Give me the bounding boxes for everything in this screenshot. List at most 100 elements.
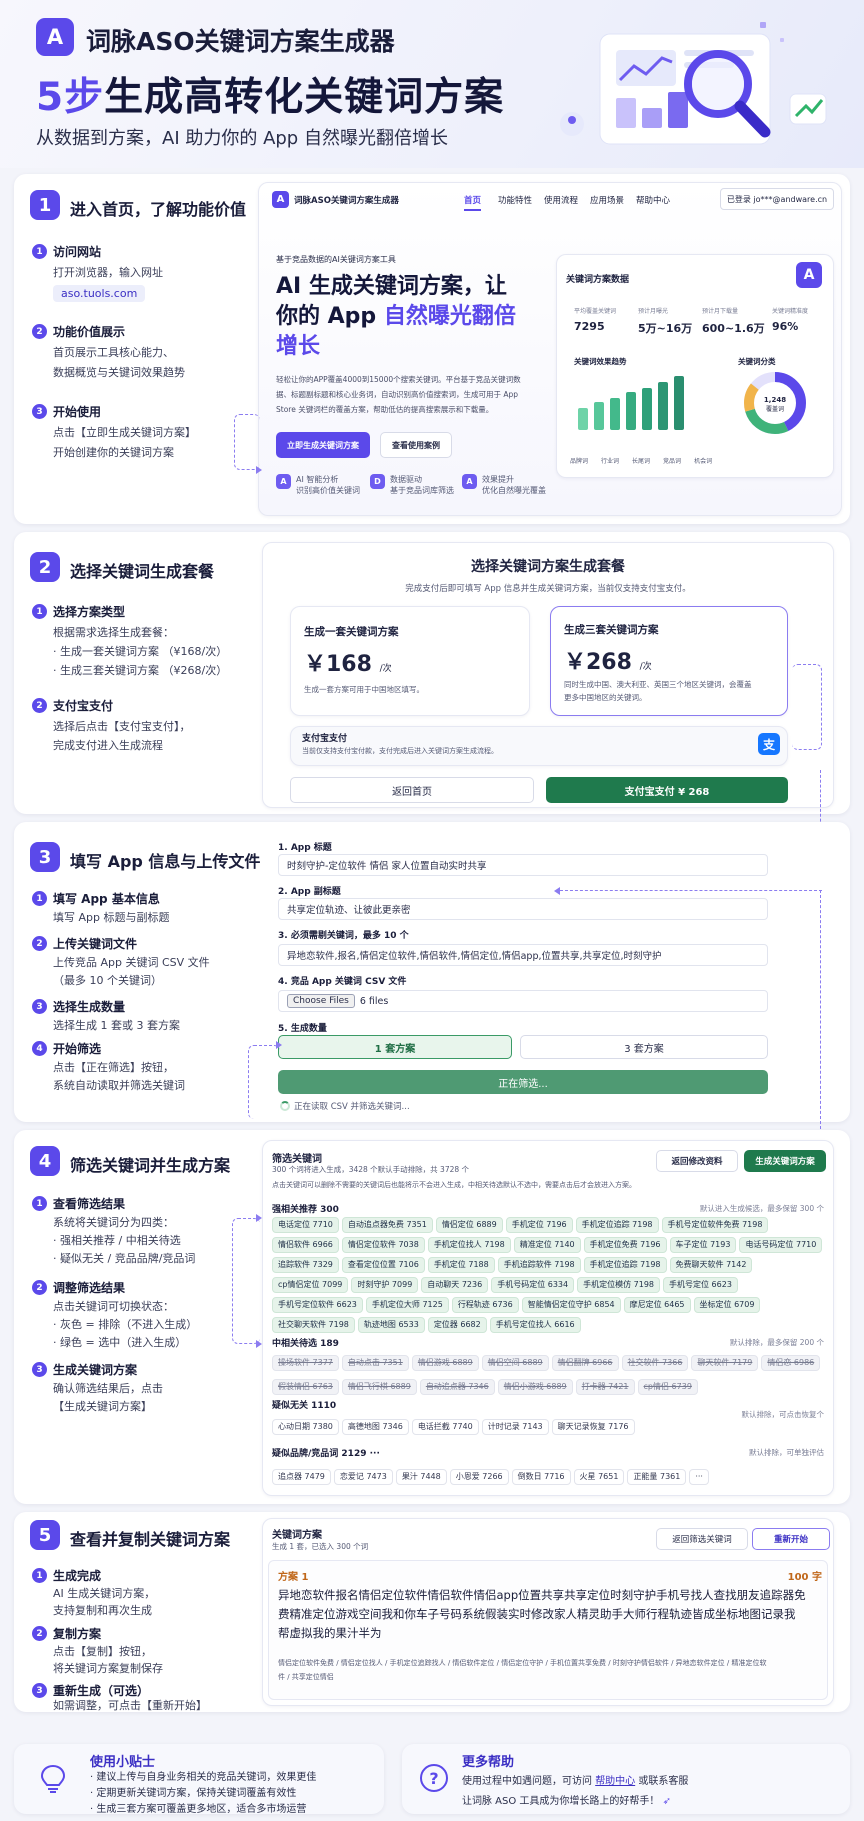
app-subtitle-input[interactable]: 共享定位轨迹、让彼此更亲密 [278,898,768,920]
keyword-chip[interactable]: 精准定位 7140 [513,1237,581,1253]
option-one-scheme[interactable]: 1 套方案 [278,1035,512,1059]
keyword-chip[interactable]: 情侣定位 6889 [435,1217,503,1233]
connector-arrow [248,1045,280,1119]
keyword-chip[interactable]: 聊天软件 7179 [691,1355,759,1371]
filtering-button[interactable]: 正在筛选... [278,1070,768,1094]
keyword-chip[interactable]: 社交聊天软件 7198 [272,1317,355,1333]
keyword-chip[interactable]: 高德地图 7346 [341,1419,409,1435]
keyword-chip[interactable]: 手机定位模仿 7198 [577,1277,661,1293]
keyword-chip[interactable]: 果汁 7448 [395,1469,447,1485]
nav-help[interactable]: 帮助中心 [636,194,670,206]
keyword-chip[interactable]: 电话定位 7710 [272,1217,339,1233]
keyword-chip[interactable]: 行程轨迹 6736 [451,1297,519,1313]
keyword-chip[interactable]: 手机定位追踪 7198 [583,1257,667,1273]
nav-workflow[interactable]: 使用流程 [544,194,578,206]
keyword-chip[interactable]: 情侣飞行棋 6889 [341,1379,417,1395]
nav-features[interactable]: 功能特性 [498,194,532,206]
keyword-chip[interactable]: 手机定位大师 7125 [365,1297,449,1313]
keyword-chip[interactable]: 手机号定位找人 6616 [489,1317,581,1333]
keyword-chip[interactable]: 情侣空间 6889 [481,1355,549,1371]
keyword-chip[interactable]: 倒数日 7716 [511,1469,571,1485]
keyword-chip[interactable]: 手机号定位 6623 [663,1277,738,1293]
app-title-input[interactable]: 时刻守护-定位软件 情侣 家人位置自动实时共享 [278,854,768,876]
keyword-chip[interactable]: 手机定位找人 7198 [427,1237,511,1253]
analytics-illustration [560,22,827,145]
keyword-chip[interactable]: cp情侣定位 7099 [272,1277,349,1293]
keyword-chip[interactable]: 定位器 6682 [427,1317,487,1333]
keyword-chip[interactable]: 打卡器 7421 [575,1379,635,1395]
keyword-chip[interactable]: 自动聊天 7236 [421,1277,489,1293]
keyword-chip[interactable]: 操场软件 7377 [272,1355,339,1371]
keyword-chip[interactable]: 火星 7651 [573,1469,625,1485]
keyword-chip[interactable]: 情侣翻牌 6966 [551,1355,619,1371]
keyword-chip[interactable]: 计时记录 7143 [481,1419,549,1435]
choose-files-button[interactable]: Choose Files [287,994,355,1008]
keyword-chip[interactable]: 免费聊天软件 7142 [669,1257,753,1273]
keyword-chip[interactable]: 心动日期 7380 [272,1419,339,1435]
site-hero-title: AI 生成关键词方案，让 你的 App 自然曝光翻倍 增长 [276,272,516,362]
irrelevant-group-title: 疑似无关 1110 [272,1401,337,1411]
option-three-scheme[interactable]: 3 套方案 [520,1035,768,1059]
keyword-chip[interactable]: 摩尼定位 6465 [623,1297,691,1313]
step4-item1-title: 查看筛选结果 [53,1197,126,1211]
website-url-chip[interactable]: aso.tuols.com [53,285,146,302]
keyword-chip[interactable]: 小恩爱 7266 [449,1469,509,1485]
help-line1: 使用过程中如遇问题，可访问 帮助中心 或联系客服 [462,1776,689,1787]
keyword-chip[interactable]: 社交软件 7366 [621,1355,689,1371]
help-center-link[interactable]: 帮助中心 [595,1776,635,1787]
step1-item3-line2: 开始创建你的关键词方案 [53,446,174,459]
keyword-chip[interactable]: 坐标定位 6709 [693,1297,761,1313]
generate-scheme-button[interactable]: 生成关键词方案 [744,1150,826,1172]
keyword-chip[interactable]: 聊天记录恢复 7176 [551,1419,635,1435]
keyword-chip[interactable]: 时刻守护 7099 [351,1277,419,1293]
required-keywords-input[interactable]: 异地恋软件,报名,情侣定位软件,情侣软件,情侣定位,情侣app,位置共享,共享定… [278,944,768,966]
step4-item1-number: 1 [32,1196,47,1211]
pie-center: 1,248 覆盖词 [763,396,787,413]
keyword-chip[interactable]: 手机定位 7188 [427,1257,495,1273]
keyword-chip[interactable]: 自动点击 7351 [341,1355,409,1371]
keyword-chip[interactable]: ··· [689,1469,709,1485]
keyword-chip[interactable]: 智能情侣定位守护 6854 [521,1297,621,1313]
keyword-chip[interactable]: 情侣定位软件 7038 [341,1237,425,1253]
keyword-chip[interactable]: 情侣小游戏 6889 [497,1379,573,1395]
back-edit-button[interactable]: 返回修改资料 [656,1150,738,1172]
quantity-label: 5. 生成数量 [278,1024,327,1034]
login-status[interactable]: 已登录 jo***@andware.cn [720,188,834,210]
keyword-chip[interactable]: 情侣软件 6966 [272,1237,339,1253]
keyword-chip[interactable]: 自动追点器免费 7351 [341,1217,433,1233]
back-filter-button[interactable]: 返回筛选关键词 [656,1528,748,1550]
keyword-chip[interactable]: 车子定位 7193 [669,1237,737,1253]
scheme-keyword-text[interactable]: 异地恋软件报名情侣定位软件情侣软件情侣app位置共享共享定位时刻守护手机号找人查… [278,1586,822,1643]
arrow-head-icon [554,887,560,895]
keyword-chip[interactable]: 电话拦截 7740 [411,1419,479,1435]
keyword-chip[interactable]: cp情侣 6739 [637,1379,698,1395]
keyword-chip[interactable]: 自动追点器 7346 [419,1379,495,1395]
keyword-chip[interactable]: 手机定位 7196 [505,1217,573,1233]
keyword-chip[interactable]: 手机追踪软件 7198 [497,1257,581,1273]
view-cases-button[interactable]: 查看使用案例 [380,432,452,458]
keyword-chip[interactable]: 手机号定位软件免费 7198 [661,1217,769,1233]
keyword-chip[interactable]: 情侣游戏 6889 [411,1355,479,1371]
keyword-chip[interactable]: 正能量 7361 [627,1469,687,1485]
nav-scenarios[interactable]: 应用场景 [590,194,624,206]
generate-scheme-cta[interactable]: 立即生成关键词方案 [276,432,370,458]
keyword-chip[interactable]: 手机定位免费 7196 [583,1237,667,1253]
keyword-chip[interactable]: 手机号码定位 6334 [491,1277,575,1293]
keyword-chip[interactable]: 电话号码定位 7710 [739,1237,823,1253]
keyword-chip[interactable]: 情侣恋 6986 [761,1355,821,1371]
keyword-chip[interactable]: 追点器 7479 [272,1469,331,1485]
feature-boost-icon: A [462,474,477,489]
keyword-chip[interactable]: 追踪软件 7329 [272,1257,339,1273]
arrow-head-icon [256,466,262,474]
keyword-chip[interactable]: 手机号定位软件 6623 [272,1297,363,1313]
step1-item3-title: 开始使用 [53,405,102,419]
nav-home[interactable]: 首页 [464,194,482,211]
keyword-chip[interactable]: 假装情侣 6763 [272,1379,339,1395]
restart-button[interactable]: 重新开始 [752,1528,830,1550]
keyword-chip[interactable]: 查看定位位置 7106 [341,1257,425,1273]
keyword-chip[interactable]: 恋爱记 7473 [333,1469,393,1485]
keyword-chip[interactable]: 轨迹地图 6533 [357,1317,425,1333]
keyword-chip[interactable]: 手机定位追踪 7198 [575,1217,659,1233]
back-home-button[interactable]: 返回首页 [290,777,534,803]
csv-upload-field[interactable]: Choose Files 6 files [278,990,768,1012]
